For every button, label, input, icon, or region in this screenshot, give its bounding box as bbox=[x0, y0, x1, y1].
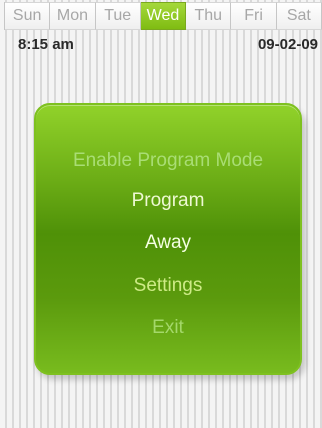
enable-program-mode-item[interactable]: Enable Program Mode bbox=[36, 149, 300, 173]
current-time: 8:15 am bbox=[18, 36, 74, 53]
program-item[interactable]: Program bbox=[36, 189, 300, 213]
away-item[interactable]: Away bbox=[36, 231, 300, 255]
tab-fri[interactable]: Fri bbox=[231, 2, 277, 30]
tab-thu[interactable]: Thu bbox=[186, 2, 232, 30]
tab-mon[interactable]: Mon bbox=[50, 2, 96, 30]
tab-tue[interactable]: Tue bbox=[95, 2, 141, 30]
exit-item[interactable]: Exit bbox=[36, 316, 300, 340]
settings-item[interactable]: Settings bbox=[36, 274, 300, 298]
menu-list: Enable Program Mode Program Away Setting… bbox=[36, 105, 300, 373]
current-date: 09-02-09 bbox=[257, 36, 318, 53]
tab-wed[interactable]: Wed bbox=[140, 2, 187, 30]
status-bar: 8:15 am 09-02-09 bbox=[0, 32, 322, 56]
tab-sat[interactable]: Sat bbox=[276, 2, 322, 30]
day-tabs: Sun Mon Tue Wed Thu Fri Sat bbox=[4, 2, 322, 30]
tab-sun[interactable]: Sun bbox=[5, 2, 51, 30]
menu-panel: Enable Program Mode Program Away Setting… bbox=[34, 103, 302, 375]
